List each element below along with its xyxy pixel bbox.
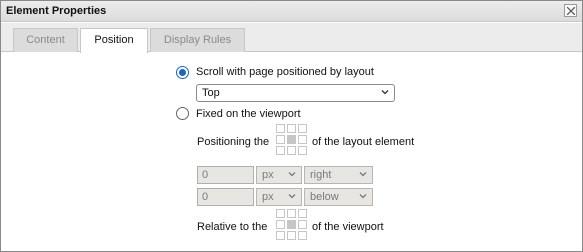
- chevron-down-icon: [288, 194, 296, 199]
- dialog-title: Element Properties: [6, 5, 107, 17]
- fixed-on-viewport-label: Fixed on the viewport: [196, 108, 301, 120]
- offset-x-input[interactable]: 0: [197, 166, 254, 184]
- offset-x-unit-value: px: [262, 169, 274, 181]
- relative-prefix-label: Relative to the: [197, 221, 268, 233]
- anchor-cell-middle-left[interactable]: [276, 135, 285, 144]
- fixed-on-viewport-radio[interactable]: [176, 107, 189, 120]
- viewport-cell-top-right[interactable]: [298, 209, 307, 218]
- offset-y-input[interactable]: 0: [197, 188, 254, 206]
- offset-y-unit-value: px: [262, 191, 274, 203]
- scroll-with-page-label: Scroll with page positioned by layout: [196, 66, 374, 78]
- viewport-cell-middle-left[interactable]: [276, 220, 285, 229]
- chevron-down-icon: [359, 172, 367, 177]
- anchor-cell-top-left[interactable]: [276, 124, 285, 133]
- offset-y-unit-select[interactable]: px: [256, 188, 302, 206]
- chevron-down-icon: [288, 172, 296, 177]
- viewport-cell-bottom-center[interactable]: [287, 231, 296, 240]
- chevron-down-icon: [359, 194, 367, 199]
- offset-x-direction-select[interactable]: right: [304, 166, 373, 184]
- close-button[interactable]: [564, 4, 577, 17]
- close-icon: [567, 7, 575, 15]
- viewport-anchor-grid: [276, 209, 307, 240]
- tab-content[interactable]: Content: [13, 28, 78, 52]
- tab-strip: Content Position Display Rules: [1, 23, 582, 53]
- viewport-cell-top-center[interactable]: [287, 209, 296, 218]
- layout-anchor-grid: [276, 124, 307, 155]
- element-properties-dialog: Element Properties Content Position Disp…: [0, 0, 583, 252]
- viewport-cell-top-left[interactable]: [276, 209, 285, 218]
- offset-y-direction-select[interactable]: below: [304, 188, 373, 206]
- tab-position[interactable]: Position: [80, 28, 148, 53]
- viewport-cell-bottom-right[interactable]: [298, 231, 307, 240]
- relative-suffix-label: of the viewport: [312, 221, 384, 233]
- layout-position-select[interactable]: Top: [196, 84, 395, 102]
- offset-x-direction-value: right: [310, 169, 332, 181]
- title-bar: Element Properties: [1, 1, 582, 22]
- tab-display-rules[interactable]: Display Rules: [150, 28, 245, 52]
- positioning-prefix-label: Positioning the: [197, 136, 270, 148]
- chevron-down-icon: [381, 90, 389, 95]
- anchor-cell-bottom-right[interactable]: [298, 146, 307, 155]
- positioning-suffix-label: of the layout element: [312, 136, 415, 148]
- scroll-with-page-radio[interactable]: [176, 66, 189, 79]
- offset-x-unit-select[interactable]: px: [256, 166, 302, 184]
- anchor-cell-top-right[interactable]: [298, 124, 307, 133]
- anchor-cell-bottom-left[interactable]: [276, 146, 285, 155]
- anchor-cell-top-center[interactable]: [287, 124, 296, 133]
- offset-y-direction-value: below: [310, 191, 339, 203]
- anchor-cell-center[interactable]: [287, 135, 296, 144]
- position-panel: Scroll with page positioned by layout To…: [1, 53, 582, 251]
- anchor-cell-middle-right[interactable]: [298, 135, 307, 144]
- viewport-cell-bottom-left[interactable]: [276, 231, 285, 240]
- viewport-cell-middle-right[interactable]: [298, 220, 307, 229]
- anchor-cell-bottom-center[interactable]: [287, 146, 296, 155]
- viewport-cell-center[interactable]: [287, 220, 296, 229]
- layout-position-value: Top: [202, 87, 220, 99]
